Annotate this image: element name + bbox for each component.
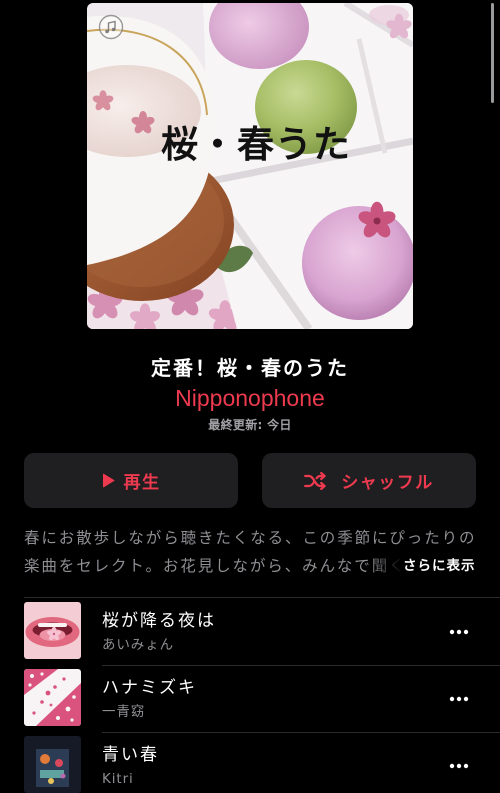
track-artist: Kitri	[102, 771, 134, 787]
track-title: ハナミズキ	[102, 678, 197, 698]
description-line-1: 春にお散歩しながら聴きたくなる、この季節にぴったりの	[24, 529, 477, 547]
show-more-link[interactable]: さらに表示	[367, 552, 476, 580]
shuffle-button[interactable]: シャッフル	[262, 453, 476, 508]
play-button[interactable]: 再生	[24, 453, 238, 508]
apple-music-badge-icon	[98, 14, 124, 40]
play-icon	[102, 473, 114, 488]
pink-wagashi-bottom	[302, 206, 413, 320]
more-icon[interactable]	[449, 625, 469, 639]
track-artwork	[24, 736, 81, 793]
track-row[interactable]: ハナミズキ 一青窈	[24, 665, 500, 732]
track-artwork	[24, 602, 81, 659]
scroll-indicator[interactable]	[491, 3, 494, 103]
divider	[102, 732, 500, 733]
track-title: 桜が降る夜は	[102, 611, 216, 631]
more-icon[interactable]	[449, 692, 469, 706]
playlist-title: 定番！桜・春のうた	[151, 356, 349, 380]
curator-link[interactable]: Nipponophone	[140, 384, 360, 412]
track-artwork	[24, 669, 81, 726]
track-row[interactable]: 桜が降る夜は あいみょん	[24, 598, 500, 665]
track-artist: あいみょん	[102, 637, 174, 653]
play-button-label: 再生	[123, 473, 161, 493]
shuffle-button-label: シャッフル	[341, 473, 434, 493]
shuffle-icon	[304, 471, 326, 490]
track-title: 青い春	[102, 745, 159, 765]
last-updated: 最終更新: 今日	[208, 418, 292, 432]
track-artist: 一青窈	[102, 704, 146, 720]
more-icon[interactable]	[449, 759, 469, 773]
playlist-artwork: 桜・春うた	[87, 3, 413, 329]
track-row[interactable]: 青い春 Kitri	[24, 732, 500, 793]
divider	[102, 665, 500, 666]
artwork-title-text: 桜・春うた	[161, 123, 351, 166]
